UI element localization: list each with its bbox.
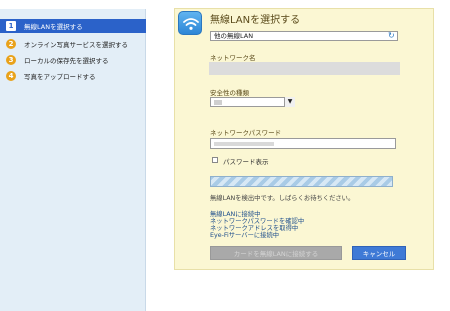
steps-sidebar: 1 無線LANを選択する 2 オンライン写真サービスを選択する 3 ローカルの保… bbox=[0, 0, 146, 311]
security-type-value-blurred bbox=[214, 100, 222, 105]
show-password-label: パスワード表示 bbox=[223, 158, 269, 166]
step-number-badge: 3 bbox=[6, 55, 16, 65]
step-label: オンライン写真サービスを選択する bbox=[24, 41, 128, 49]
security-type-label: 安全性の種類 bbox=[210, 89, 249, 97]
wifi-icon bbox=[178, 11, 202, 35]
sidebar-top-strip bbox=[0, 0, 146, 9]
refresh-icon[interactable]: ↻ bbox=[388, 32, 396, 40]
step-select-wireless[interactable]: 1 無線LANを選択する bbox=[0, 19, 146, 33]
connect-card-button[interactable]: カードを無線LANに接続する bbox=[210, 246, 342, 260]
network-name-field[interactable] bbox=[209, 62, 400, 75]
password-masked-value bbox=[214, 142, 274, 146]
cancel-button[interactable]: キャンセル bbox=[352, 246, 406, 260]
progress-fill bbox=[211, 177, 392, 186]
status-line: Eye-Fiサーバーに接続中 bbox=[210, 232, 280, 239]
security-type-select[interactable] bbox=[210, 97, 295, 107]
step-upload-photos[interactable]: 4 写真をアップロードする bbox=[0, 69, 146, 83]
step-select-local-destination[interactable]: 3 ローカルの保存先を選択する bbox=[0, 53, 146, 67]
chevron-down-icon[interactable]: ▼ bbox=[284, 97, 295, 107]
step-number-badge: 4 bbox=[6, 71, 16, 81]
step-label: ローカルの保存先を選択する bbox=[24, 57, 109, 65]
network-name-label: ネットワーク名 bbox=[210, 54, 256, 62]
panel-title: 無線LANを選択する bbox=[210, 15, 301, 26]
step-label: 写真をアップロードする bbox=[24, 73, 96, 81]
step-label: 無線LANを選択する bbox=[24, 23, 83, 31]
detection-progress-bar bbox=[210, 176, 393, 187]
step-select-online-service[interactable]: 2 オンライン写真サービスを選択する bbox=[0, 37, 146, 51]
password-label: ネットワークパスワード bbox=[210, 129, 282, 137]
password-field[interactable] bbox=[210, 138, 396, 149]
network-select-value: 他の無線LAN bbox=[214, 32, 254, 40]
waiting-message: 無線LANを検出中です。しばらくお待ちください。 bbox=[210, 195, 355, 202]
network-select[interactable]: 他の無線LAN bbox=[210, 31, 398, 41]
step-number-badge: 1 bbox=[6, 21, 16, 31]
step-number-badge: 2 bbox=[6, 39, 16, 49]
show-password-checkbox[interactable] bbox=[212, 157, 218, 163]
